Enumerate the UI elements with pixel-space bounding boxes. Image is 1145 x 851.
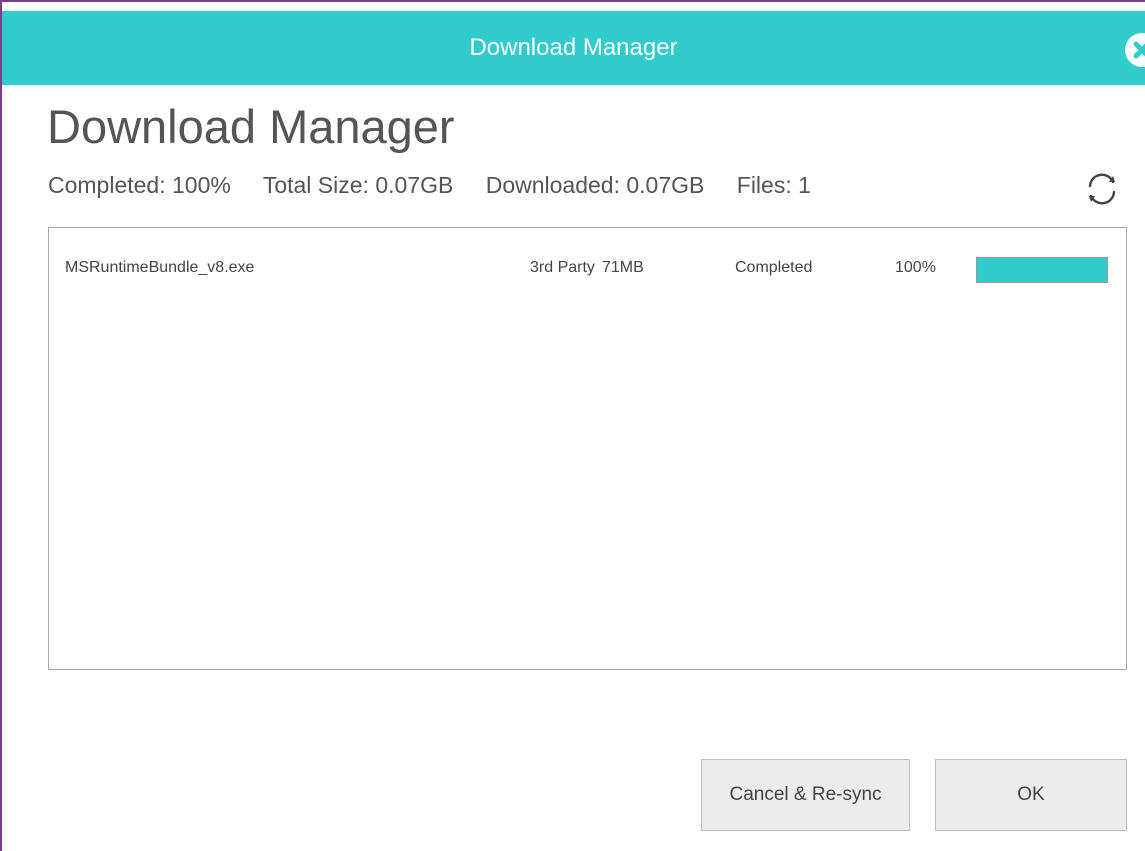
file-status: Completed: [735, 259, 813, 276]
window-title: Download Manager: [469, 34, 678, 61]
progress-fill: [977, 258, 1107, 282]
close-button[interactable]: [1125, 33, 1145, 67]
title-bar: Download Manager: [2, 11, 1145, 85]
close-icon: [1126, 34, 1145, 66]
refresh-icon: [1088, 173, 1116, 205]
download-list[interactable]: MSRuntimeBundle_v8.exe 3rd Party 71MB Co…: [48, 227, 1127, 670]
stat-completed: Completed: 100%: [48, 172, 231, 198]
refresh-button[interactable]: [1082, 169, 1122, 209]
progress-bar: [976, 257, 1108, 283]
file-name: MSRuntimeBundle_v8.exe: [65, 259, 255, 276]
download-manager-window: Download Manager Download Manager Comple…: [0, 0, 1145, 851]
stat-total-size: Total Size: 0.07GB: [262, 172, 454, 198]
cancel-resync-button[interactable]: Cancel & Re-sync: [701, 759, 910, 831]
file-source: 3rd Party: [530, 259, 595, 276]
file-percent: 100%: [895, 259, 936, 276]
list-item[interactable]: MSRuntimeBundle_v8.exe 3rd Party 71MB Co…: [49, 256, 1126, 283]
ok-button[interactable]: OK: [935, 759, 1127, 831]
stat-files: Files: 1: [736, 172, 811, 198]
stat-downloaded: Downloaded: 0.07GB: [485, 172, 705, 198]
download-stats: Completed: 100% Total Size: 0.07GB Downl…: [48, 172, 837, 199]
file-size: 71MB: [602, 259, 644, 276]
page-title: Download Manager: [47, 100, 455, 153]
